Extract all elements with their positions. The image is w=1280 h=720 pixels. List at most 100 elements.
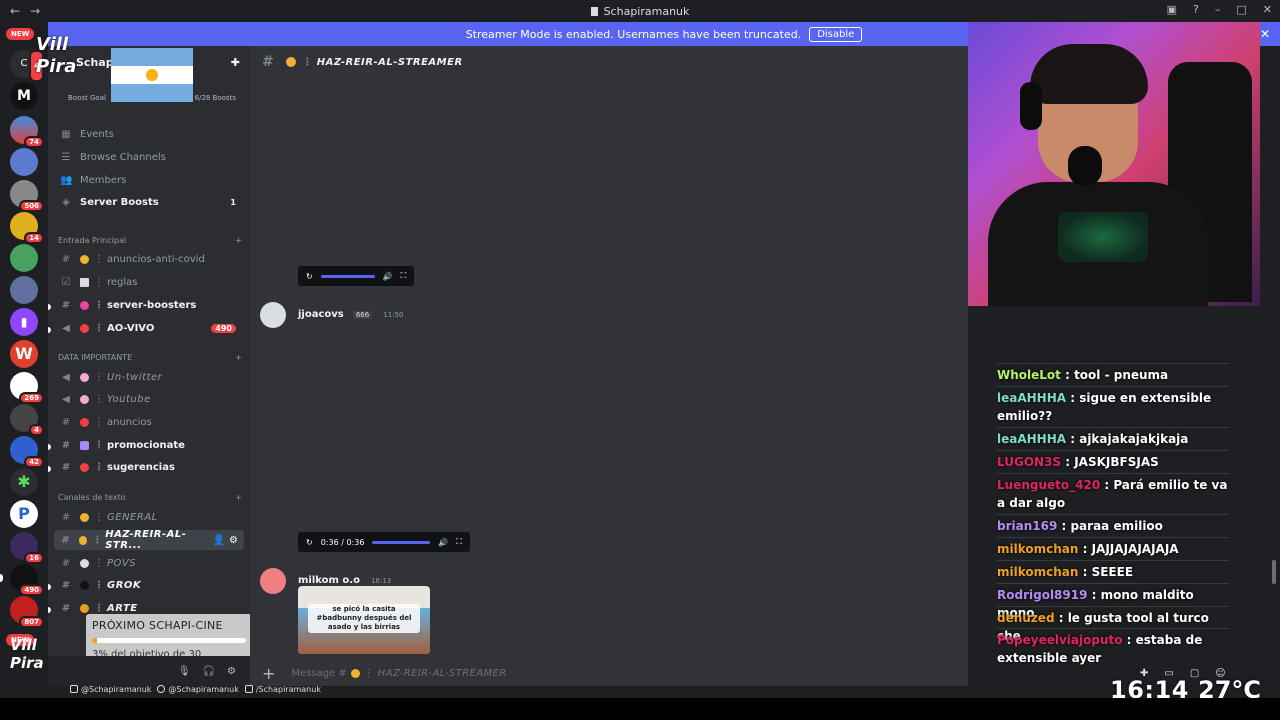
add-member-icon[interactable]: ✚ (231, 56, 240, 69)
volume-icon[interactable]: 🔊 (383, 272, 393, 281)
nav-server-boosts[interactable]: ◈ Server Boosts 1 (54, 192, 244, 212)
category-data-importante[interactable]: DATA IMPORTANTE + (58, 353, 242, 362)
category-canales-de-texto[interactable]: Canales de texto + (58, 493, 242, 502)
server-1[interactable]: 74 (10, 116, 44, 148)
channel-name: GENERAL (107, 511, 158, 523)
add-channel-icon[interactable]: + (235, 353, 242, 362)
replay-icon[interactable]: ↻ (306, 538, 313, 547)
chat-message: LUGON3S : JASKJBFSJAS (997, 450, 1229, 471)
channel-haz-reir-al-streamer[interactable]: # ⋮ HAZ-REIR-AL-STR... 👤 ⚙ (54, 529, 244, 551)
server-12[interactable]: 490 (10, 564, 44, 596)
maximize-icon[interactable]: □ (1236, 3, 1246, 16)
timestamp: 16:13 (371, 577, 392, 585)
channel-name: GROK (107, 579, 142, 591)
add-channel-icon[interactable]: + (235, 493, 242, 502)
sun-icon (146, 69, 158, 81)
video-controls-2: ↻ 0:36 / 0:36 🔊 ⛶ (298, 532, 470, 552)
username[interactable]: jjoacovs (298, 309, 344, 320)
channel-un-twitter[interactable]: ◀ ⋮ Un-twitter (54, 367, 244, 387)
channel-povs[interactable]: # ⋮ POVS (54, 553, 244, 573)
invite-icon[interactable]: 👤 (213, 535, 225, 546)
settings-gear-icon[interactable]: ⚙ (229, 535, 238, 546)
minimize-icon[interactable]: – (1215, 3, 1221, 16)
server-badge: 74 (24, 136, 44, 148)
server-w[interactable]: W (10, 340, 38, 368)
category-entrada[interactable]: Entrada Principal + (58, 236, 242, 245)
help-icon[interactable]: ? (1193, 3, 1199, 16)
username[interactable]: milkom o.o (298, 575, 360, 586)
server-badge: 4 (29, 424, 44, 436)
window-controls: ▣ ? – □ ✕ (1167, 3, 1272, 16)
channel-sugerencias[interactable]: # ⋮ sugerencias (54, 457, 244, 477)
streamer-hair (1030, 44, 1148, 104)
channel-grok[interactable]: # ⋮ GROK (54, 575, 244, 595)
twitter-icon (157, 684, 166, 693)
server-8[interactable]: 4 (10, 404, 44, 436)
mention-badge: 490 (211, 323, 236, 333)
crown-icon (80, 254, 89, 264)
server-3[interactable]: 506 (10, 180, 44, 212)
video-progress-track[interactable] (320, 274, 375, 278)
server-13[interactable]: 807 (10, 596, 44, 628)
server-9[interactable]: 42 (10, 436, 44, 468)
scrollbar[interactable] (1272, 560, 1276, 584)
rules-icon: ☑ (61, 276, 71, 288)
message-header: milkom o.o 16:13 (298, 568, 391, 587)
headset-icon (1020, 82, 1042, 130)
grok-icon (80, 580, 89, 590)
hash-icon: # (61, 534, 70, 546)
channel-general[interactable]: # ⋮ GENERAL (54, 507, 244, 527)
server-m[interactable]: M (10, 82, 38, 110)
channel-name: sugerencias (107, 461, 175, 473)
headphones-icon[interactable]: 🎧 (203, 666, 215, 677)
channel-ao-vivo[interactable]: ◀ ⋮ AO-VIVO 490 (54, 318, 244, 338)
title-bar: ← → Schapiramanuk ▣ ? – □ ✕ (0, 0, 1280, 22)
avatar[interactable] (260, 302, 286, 328)
video-progress-track[interactable] (372, 540, 431, 544)
server-6[interactable] (10, 276, 38, 304)
user-settings-icon[interactable]: ⚙ (227, 666, 236, 677)
server-7[interactable]: 269 (10, 372, 44, 404)
microphone-icon[interactable]: 🎙 (178, 666, 191, 677)
disable-button[interactable]: Disable (809, 26, 863, 42)
server-p[interactable]: P (10, 500, 38, 528)
avatar[interactable] (260, 568, 286, 594)
fullscreen-icon[interactable]: ⛶ (456, 537, 462, 547)
twitch-server[interactable]: ▮ (10, 308, 38, 336)
attach-plus-icon[interactable]: + (262, 664, 275, 683)
server-11[interactable]: 16 (10, 532, 44, 564)
channel-name: anuncios (107, 416, 152, 428)
nav-events[interactable]: ▦ Events (54, 124, 244, 144)
channel-youtube[interactable]: ◀ ⋮ Youtube (54, 389, 244, 409)
channel-server-boosters[interactable]: # ⋮ server-boosters (54, 295, 244, 315)
channel-anuncios[interactable]: # ⋮ anuncios (54, 412, 244, 432)
chat-username: milkomchan (997, 542, 1079, 556)
hash-icon: # (262, 54, 275, 70)
server-schapi[interactable]: C4 (10, 50, 44, 82)
nav-browse-channels[interactable]: ☰ Browse Channels (54, 147, 244, 167)
social-twitter: @Schapiramanuk (157, 684, 239, 694)
nav-members[interactable]: 👥 Members (54, 170, 244, 190)
channel-anuncios-anti-covid[interactable]: # ⋮ anuncios-anti-covid (54, 249, 244, 269)
inbox-icon[interactable]: ▣ (1167, 3, 1177, 16)
embedded-image[interactable]: se picó la casita #badbunny después del … (298, 586, 430, 654)
server-10[interactable]: ✱ (10, 468, 38, 496)
volume-icon[interactable]: 🔊 (438, 538, 448, 547)
bottle-icon (80, 394, 89, 404)
youtube-icon (244, 684, 253, 693)
streamer-logo-bottom: Vill Pira (10, 636, 44, 672)
replay-icon[interactable]: ↻ (306, 272, 313, 281)
channel-reglas[interactable]: ☑ ⋮ reglas (54, 272, 244, 292)
fullscreen-icon[interactable]: ⛶ (401, 271, 407, 281)
add-channel-icon[interactable]: + (235, 236, 242, 245)
unread-indicator (48, 607, 51, 613)
flower-icon (80, 300, 89, 310)
server-5[interactable] (10, 244, 38, 272)
close-window-icon[interactable]: ✕ (1263, 3, 1272, 16)
server-2[interactable] (10, 148, 38, 176)
server-4[interactable]: 14 (10, 212, 44, 244)
hash-icon: # (61, 416, 71, 428)
server-selected-pill (0, 574, 3, 582)
channel-promocionate[interactable]: # ⋮ promocionate (54, 435, 244, 455)
close-icon[interactable]: ✕ (1260, 27, 1270, 41)
